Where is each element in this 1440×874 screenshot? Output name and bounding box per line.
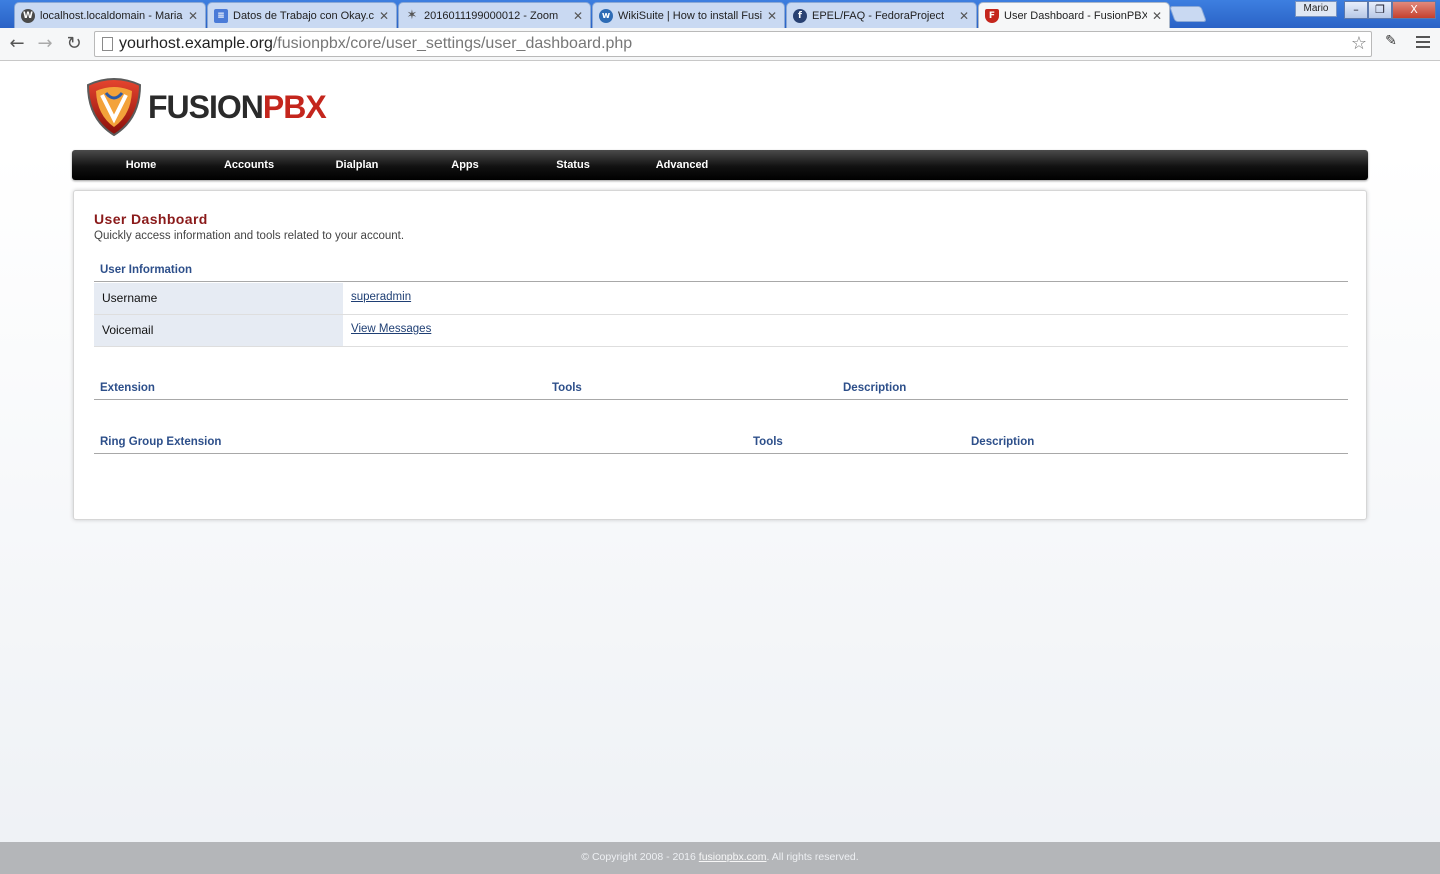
browser-tab-2[interactable]: ≡ Datos de Trabajo con Okay.c ✕: [207, 2, 397, 28]
restore-button[interactable]: ❐: [1368, 1, 1392, 19]
tab-title: EPEL/FAQ - FedoraProject: [812, 9, 945, 22]
nav-home[interactable]: Home: [108, 150, 174, 180]
close-icon[interactable]: ✕: [187, 9, 199, 23]
voicemail-label: Voicemail: [94, 315, 344, 346]
view-messages-link[interactable]: View Messages: [351, 323, 431, 335]
browser-toolbar: ← → ↻ yourhost.example.org/fusionpbx/cor…: [0, 28, 1440, 61]
main-nav: Home Accounts Dialplan Apps Status Advan…: [72, 150, 1368, 180]
username-label: Username: [94, 283, 344, 314]
footer: © Copyright 2008 - 2016 fusionpbx.com. A…: [0, 842, 1440, 874]
fusionpbx-logo[interactable]: FUSIONPBX: [84, 75, 327, 137]
page-icon: [102, 37, 113, 51]
address-bar[interactable]: yourhost.example.org/fusionpbx/core/user…: [94, 31, 1372, 57]
extension-tools-column-header: Tools: [552, 382, 582, 394]
menu-icon[interactable]: [1414, 33, 1432, 51]
username-link[interactable]: superadmin: [351, 291, 411, 303]
ring-group-description-column-header: Description: [971, 436, 1035, 448]
ring-group-extension-column-header: Ring Group Extension: [100, 436, 222, 448]
back-arrow-icon[interactable]: ←: [5, 32, 29, 56]
nav-apps[interactable]: Apps: [436, 150, 494, 180]
browser-tab-5[interactable]: f EPEL/FAQ - FedoraProject ✕: [786, 2, 977, 28]
close-icon[interactable]: ✕: [958, 9, 970, 23]
bookmark-star-icon[interactable]: ☆: [1351, 33, 1367, 54]
browser-tab-6[interactable]: F User Dashboard - FusionPBX ✕: [978, 2, 1170, 29]
fusionpbx-shield-icon: [86, 78, 142, 137]
dashboard-card: User Dashboard Quickly access informatio…: [73, 190, 1367, 520]
extension-column-header: Extension: [100, 382, 155, 394]
logo-wordmark: FUSIONPBX: [148, 89, 327, 125]
browser-titlebar: W localhost.localdomain - MariaDB ✕ ≡ Da…: [0, 0, 1440, 29]
tab-title: Datos de Trabajo con Okay.c: [233, 9, 374, 22]
tab-title: localhost.localdomain - MariaDB: [40, 9, 183, 22]
ring-group-table-header: Ring Group Extension Tools Description: [94, 434, 1348, 454]
extension-description-column-header: Description: [843, 382, 907, 394]
extension-table-header: Extension Tools Description: [94, 380, 1348, 400]
wikisuite-icon: w: [599, 8, 613, 23]
nav-dialplan[interactable]: Dialplan: [322, 150, 392, 180]
fusionpbx-link[interactable]: fusionpbx.com: [699, 851, 767, 863]
forward-arrow-icon[interactable]: →: [33, 32, 57, 56]
user-information-heading: User Information: [100, 264, 193, 276]
profile-button[interactable]: Mario: [1295, 1, 1337, 17]
url-text[interactable]: yourhost.example.org/fusionpbx/core/user…: [119, 35, 632, 53]
new-tab-button[interactable]: [1169, 6, 1207, 22]
browser-tab-3[interactable]: ✶ 2016011199000012 - Zoom ✕: [398, 2, 591, 28]
page-subtitle: Quickly access information and tools rel…: [94, 230, 405, 242]
tab-title: User Dashboard - FusionPBX: [1004, 10, 1147, 22]
evernote-extension-icon[interactable]: ✎: [1382, 33, 1400, 51]
fedora-icon: f: [793, 8, 807, 23]
copyright-text: © Copyright 2008 - 2016 fusionpbx.com. A…: [581, 851, 859, 863]
close-icon[interactable]: ✕: [766, 9, 778, 23]
google-docs-icon: ≡: [214, 8, 228, 23]
nav-accounts[interactable]: Accounts: [212, 150, 286, 180]
reload-icon[interactable]: ↻: [62, 32, 86, 56]
zoom-star-icon: ✶: [406, 8, 418, 23]
tab-title: 2016011199000012 - Zoom: [424, 9, 559, 22]
tab-title: WikiSuite | How to install Fusi: [618, 9, 762, 22]
username-row: Username superadmin: [94, 283, 1348, 315]
close-icon[interactable]: ✕: [378, 9, 390, 23]
page-content: FUSIONPBX Home Accounts Dialplan Apps St…: [0, 61, 1440, 874]
ring-group-tools-column-header: Tools: [753, 436, 783, 448]
user-information-header: User Information: [94, 262, 1348, 282]
browser-tab-1[interactable]: W localhost.localdomain - MariaDB ✕: [14, 2, 206, 28]
nav-advanced[interactable]: Advanced: [644, 150, 720, 180]
fusionpbx-icon: F: [985, 9, 999, 23]
minimize-button[interactable]: –: [1344, 1, 1368, 19]
browser-tab-4[interactable]: w WikiSuite | How to install Fusi ✕: [592, 2, 785, 28]
close-icon[interactable]: ✕: [572, 9, 584, 23]
page-title: User Dashboard: [94, 211, 208, 227]
nav-status[interactable]: Status: [542, 150, 604, 180]
close-icon[interactable]: ✕: [1151, 9, 1163, 23]
wordpress-icon: W: [21, 8, 35, 23]
voicemail-row: Voicemail View Messages: [94, 315, 1348, 347]
window-close-button[interactable]: X: [1392, 1, 1436, 19]
